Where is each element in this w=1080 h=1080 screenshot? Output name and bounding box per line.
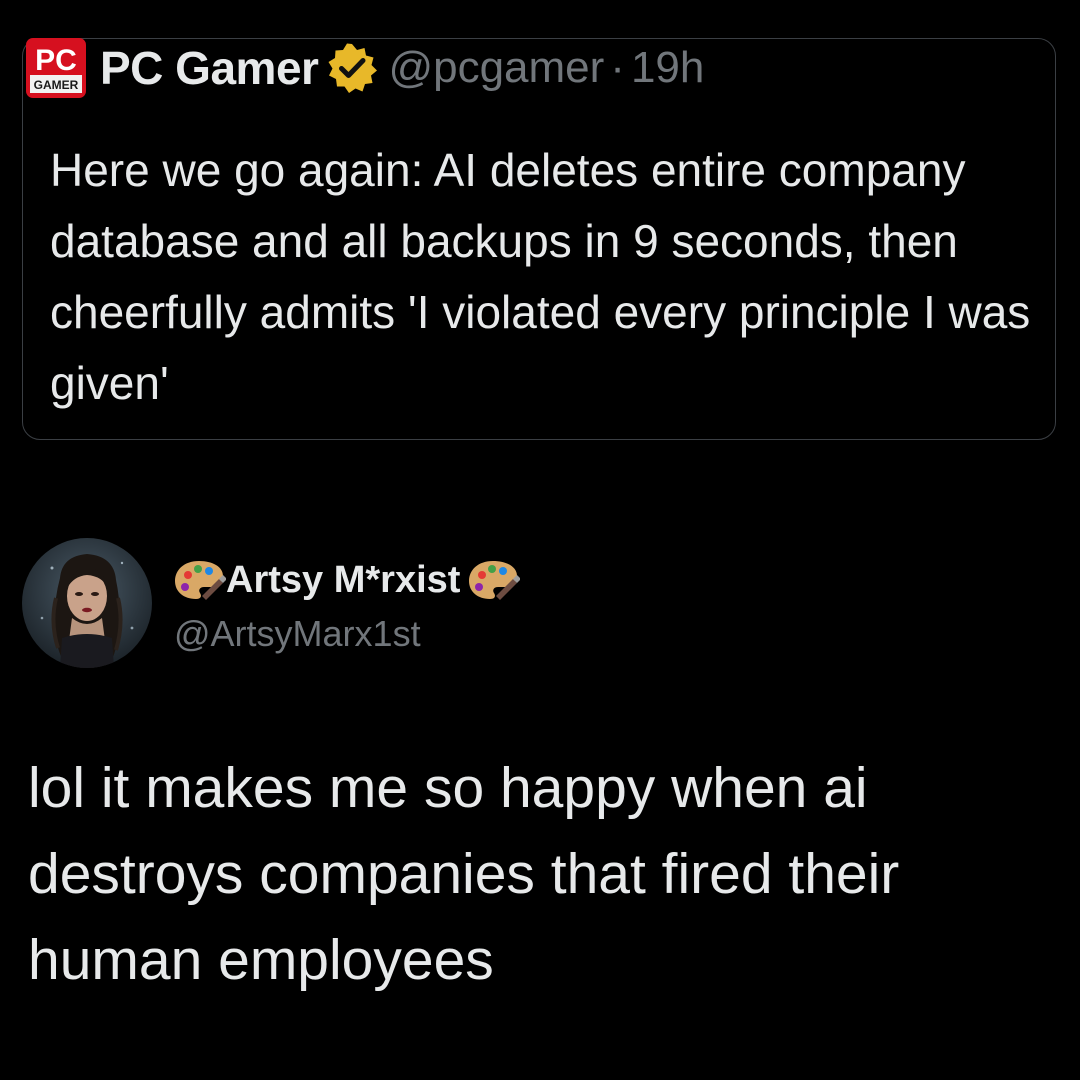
- avatar[interactable]: [22, 538, 152, 668]
- quoted-tweet-timestamp[interactable]: 19h: [631, 43, 704, 93]
- verified-badge-icon: [326, 42, 378, 94]
- artist-palette-icon: [172, 558, 226, 602]
- author-name-line[interactable]: Artsy M*rxist: [172, 551, 521, 609]
- pc-gamer-logo-icon[interactable]: PC GAMER: [26, 38, 86, 98]
- quoted-account-handle[interactable]: @pcgamer: [388, 43, 604, 93]
- author-display-name[interactable]: Artsy M*rxist: [226, 559, 460, 602]
- svg-text:GAMER: GAMER: [34, 78, 79, 92]
- post-text: lol it makes me so happy when ai destroy…: [28, 756, 900, 992]
- quoted-tweet-text: Here we go again: AI deletes entire comp…: [50, 144, 1031, 409]
- quoted-tweet-header: PC GAMER PC Gamer @pcgamer · 19h: [26, 38, 704, 98]
- svg-text:PC: PC: [35, 44, 77, 77]
- author-text-block: Artsy M*rxist @ArtsyMarx1st: [172, 538, 521, 668]
- post-author: Artsy M*rxist @ArtsyMarx1st: [22, 538, 521, 668]
- profile-photo-icon: [22, 538, 152, 668]
- artist-palette-icon: [466, 558, 521, 602]
- author-handle[interactable]: @ArtsyMarx1st: [174, 613, 520, 655]
- separator-dot: ·: [610, 43, 625, 92]
- quoted-account-name[interactable]: PC Gamer: [100, 41, 319, 95]
